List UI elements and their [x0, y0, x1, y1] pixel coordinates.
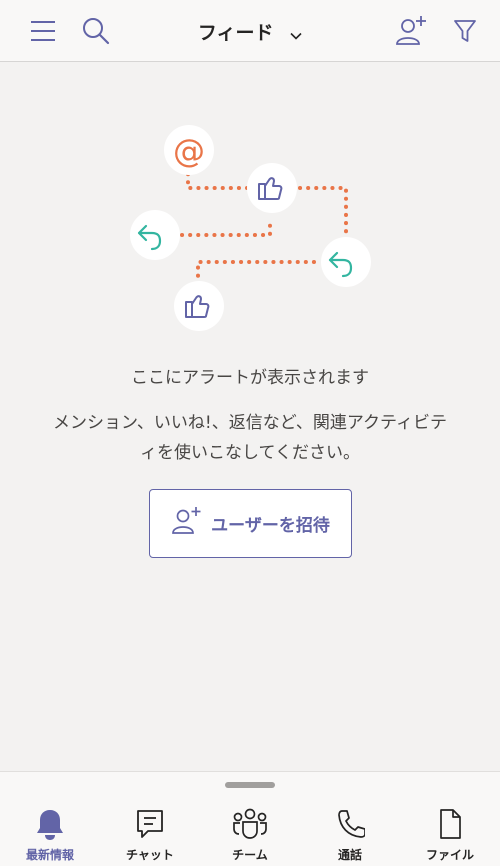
- tab-calls[interactable]: 通話: [300, 806, 400, 864]
- filter-icon[interactable]: [448, 14, 482, 48]
- page-title: フィード: [197, 22, 274, 44]
- add-person-icon[interactable]: [394, 14, 428, 48]
- invite-user-button[interactable]: ユーザーを招待: [149, 489, 352, 558]
- teams-icon: [232, 806, 268, 840]
- like-icon: [174, 281, 224, 331]
- reply-icon: [321, 237, 371, 287]
- reply-icon: [130, 210, 180, 260]
- tab-label: チャット: [126, 848, 174, 862]
- invite-user-label: ユーザーを招待: [211, 516, 330, 536]
- empty-state-description: メンション、いいね!、返信など、関連アクティビティを使いこなしてください。: [52, 413, 448, 463]
- phone-icon: [335, 806, 365, 840]
- tab-teams[interactable]: チーム: [200, 806, 300, 864]
- drag-handle[interactable]: [225, 782, 275, 788]
- tab-label: 通話: [337, 848, 362, 862]
- tab-files[interactable]: ファイル: [400, 806, 500, 864]
- tab-chat[interactable]: チャット: [100, 806, 200, 864]
- feed-empty-state: @ ここにアラートが表示されます メンション、いいね!、返信など、関連アクティビ…: [0, 63, 500, 770]
- at-mention-icon: @: [164, 125, 214, 175]
- top-app-bar: フィード: [0, 0, 500, 62]
- empty-state-title: ここにアラートが表示されます: [131, 368, 369, 388]
- activity-illustration: @: [130, 125, 371, 331]
- tab-label: ファイル: [425, 848, 474, 862]
- chat-icon: [135, 806, 165, 840]
- chevron-down-icon: [290, 23, 302, 45]
- bell-icon: [35, 806, 65, 840]
- tab-label: 最新情報: [25, 848, 74, 862]
- tab-activity[interactable]: 最新情報: [0, 806, 100, 864]
- add-person-icon: [171, 506, 203, 541]
- file-icon: [438, 806, 462, 840]
- bottom-tab-bar: 最新情報 チャット チーム 通話 ファイル: [0, 771, 500, 866]
- svg-text:@: @: [173, 132, 205, 170]
- tab-label: チーム: [232, 848, 268, 862]
- like-icon: [247, 163, 297, 213]
